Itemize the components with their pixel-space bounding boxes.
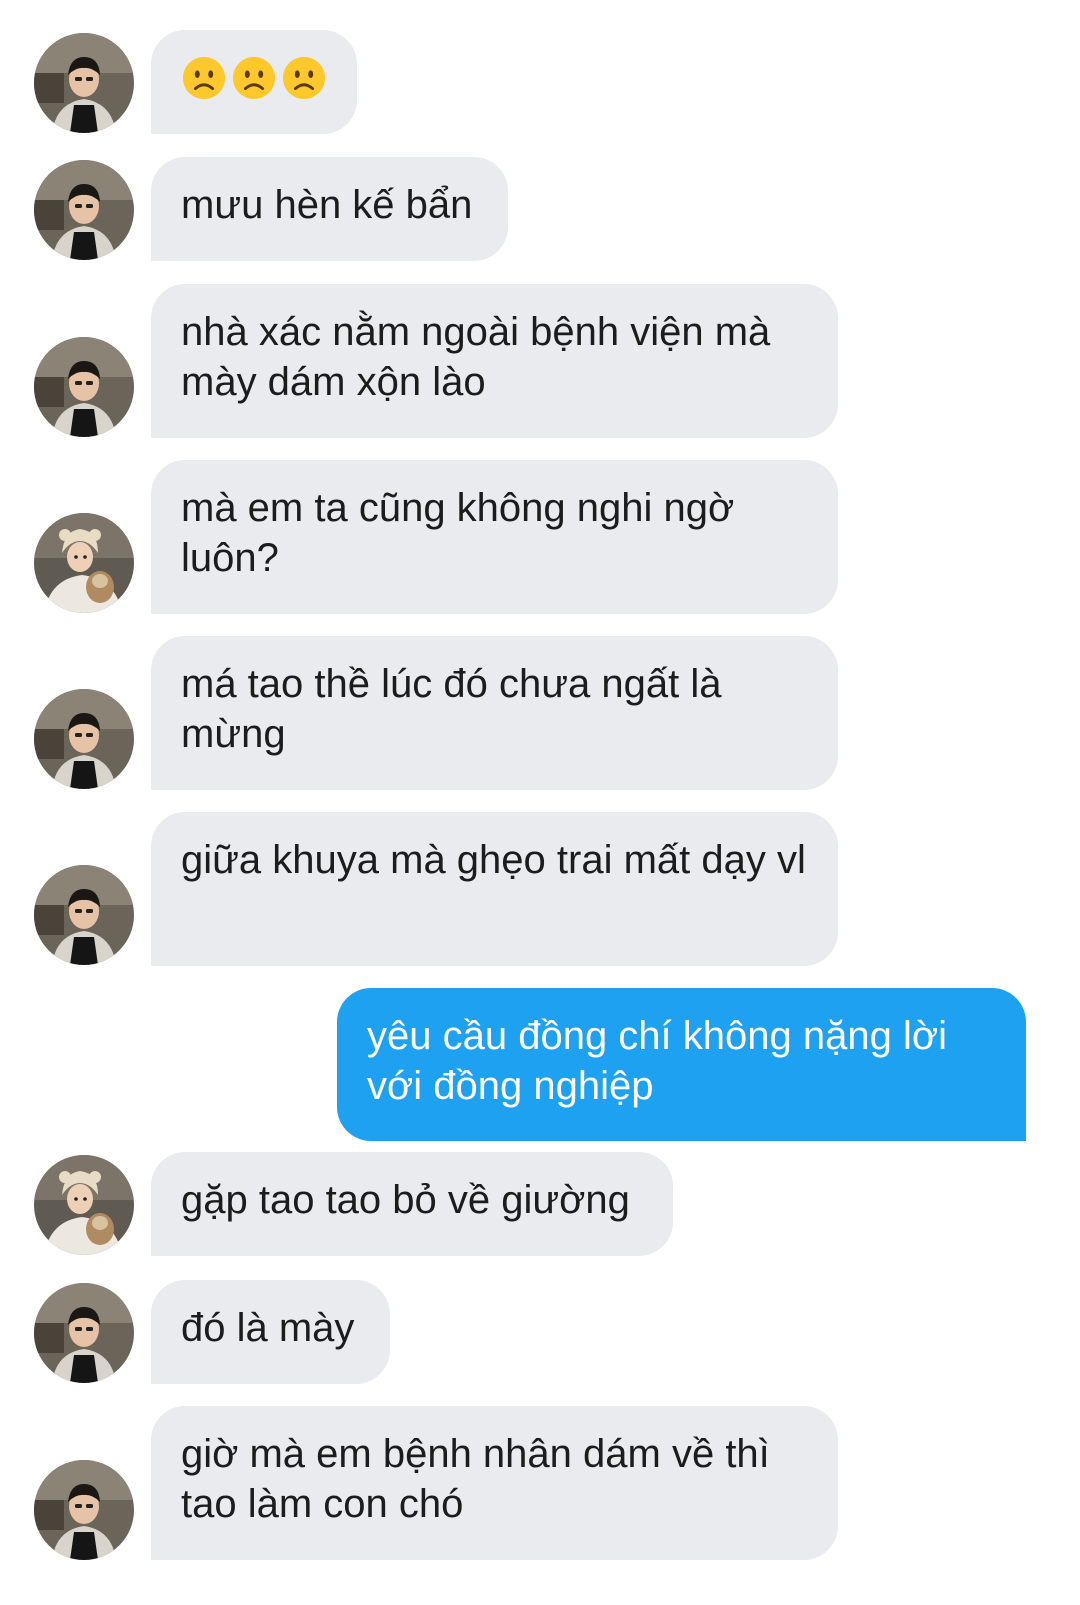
frowning-face-emoji bbox=[282, 56, 326, 100]
frowning-face-emoji bbox=[232, 56, 276, 100]
message-bubble[interactable]: má tao thề lúc đó chưa ngất là mừng bbox=[151, 636, 838, 790]
avatar-boy[interactable] bbox=[34, 337, 134, 437]
message-bubble[interactable]: giữa khuya mà ghẹo trai mất dạy vl bbox=[151, 812, 838, 966]
message-thread: mưu hèn kế bẩn nhà xác nằm ngoài bệnh vi… bbox=[0, 0, 1080, 1605]
message-bubble[interactable]: đó là mày bbox=[151, 1280, 390, 1384]
avatar-boy[interactable] bbox=[34, 865, 134, 965]
avatar-boy[interactable] bbox=[34, 1283, 134, 1383]
frowning-face-emoji bbox=[182, 56, 226, 100]
message-bubble[interactable]: nhà xác nằm ngoài bệnh viện mà mày dám x… bbox=[151, 284, 838, 438]
avatar-boy[interactable] bbox=[34, 689, 134, 789]
avatar-boy[interactable] bbox=[34, 160, 134, 260]
avatar-girl[interactable] bbox=[34, 1155, 134, 1255]
message-bubble[interactable]: giờ mà em bệnh nhân dám về thì tao làm c… bbox=[151, 1406, 838, 1560]
avatar-girl[interactable] bbox=[34, 513, 134, 613]
emoji-group bbox=[181, 53, 327, 103]
message-bubble[interactable] bbox=[151, 30, 357, 134]
message-bubble[interactable]: mà em ta cũng không nghi ngờ luôn? bbox=[151, 460, 838, 614]
avatar-boy[interactable] bbox=[34, 33, 134, 133]
message-bubble[interactable]: gặp tao tao bỏ về giường bbox=[151, 1152, 673, 1256]
message-bubble-outgoing[interactable]: yêu cầu đồng chí không nặng lời với đồng… bbox=[337, 988, 1026, 1141]
avatar-boy[interactable] bbox=[34, 1460, 134, 1560]
message-bubble[interactable]: mưu hèn kế bẩn bbox=[151, 157, 508, 261]
